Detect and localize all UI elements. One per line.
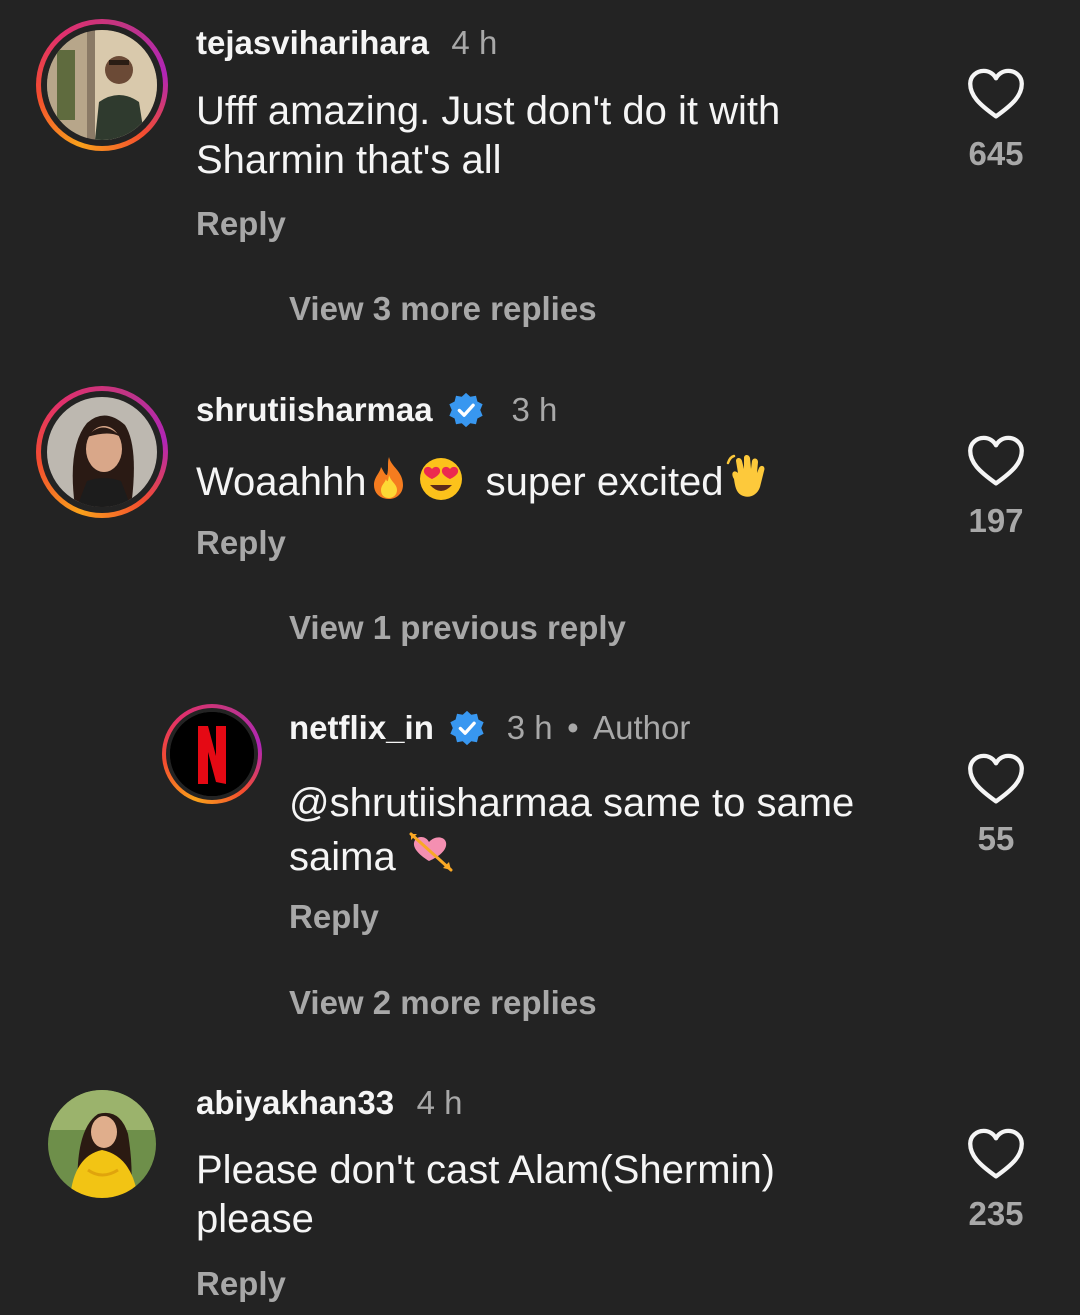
like-button[interactable] bbox=[966, 1126, 1026, 1185]
comment-text: Woaahhh super excited bbox=[196, 453, 936, 507]
netflix-logo-icon bbox=[170, 712, 254, 796]
view-previous-reply-button[interactable]: View 1 previous reply bbox=[289, 609, 626, 647]
avatar[interactable] bbox=[170, 712, 254, 796]
reply-button[interactable]: Reply bbox=[196, 1265, 286, 1303]
timestamp: 4 h bbox=[451, 24, 498, 61]
fire-emoji bbox=[373, 457, 403, 499]
avatar[interactable] bbox=[47, 30, 157, 140]
like-count: 197 bbox=[968, 502, 1024, 539]
username[interactable]: shrutiisharmaa bbox=[196, 391, 433, 428]
author-label: Author bbox=[593, 709, 691, 746]
heart-outline-icon[interactable] bbox=[966, 751, 1026, 805]
comment-text: Ufff amazing. Just don't do it with Shar… bbox=[196, 89, 781, 182]
comment-text: Please don't cast Alam(Shermin) please bbox=[196, 1148, 776, 1241]
timestamp: 3 h bbox=[511, 391, 558, 428]
timestamp: 4 h bbox=[416, 1084, 463, 1121]
timestamp: 3 h bbox=[506, 709, 553, 746]
story-ring[interactable] bbox=[36, 386, 168, 518]
username[interactable]: tejasviharihara bbox=[196, 24, 429, 61]
verified-badge-icon bbox=[450, 710, 484, 746]
story-ring[interactable] bbox=[162, 704, 262, 804]
verified-badge-icon bbox=[449, 392, 483, 428]
heart-outline-icon[interactable] bbox=[966, 66, 1026, 120]
avatar[interactable] bbox=[48, 1090, 156, 1198]
story-ring[interactable] bbox=[36, 19, 168, 151]
like-button[interactable] bbox=[966, 751, 1026, 810]
like-count: 645 bbox=[968, 135, 1024, 172]
separator-dot: • bbox=[567, 709, 579, 746]
comment-text: @shrutiisharmaa same to same saima bbox=[289, 781, 855, 879]
heart-eyes-emoji bbox=[419, 458, 462, 500]
username[interactable]: netflix_in bbox=[289, 709, 434, 746]
view-more-replies-button[interactable]: View 3 more replies bbox=[289, 290, 597, 328]
like-button[interactable] bbox=[966, 433, 1026, 492]
reply-button[interactable]: Reply bbox=[196, 524, 286, 562]
waving-hand-emoji bbox=[726, 454, 765, 497]
reply-button[interactable]: Reply bbox=[289, 898, 379, 936]
heart-with-arrow-emoji bbox=[409, 832, 453, 872]
avatar[interactable] bbox=[47, 397, 157, 507]
username[interactable]: abiyakhan33 bbox=[196, 1084, 394, 1121]
like-count: 235 bbox=[968, 1195, 1024, 1232]
heart-outline-icon[interactable] bbox=[966, 1126, 1026, 1180]
reply-button[interactable]: Reply bbox=[196, 205, 286, 243]
like-button[interactable] bbox=[966, 66, 1026, 125]
view-more-replies-button[interactable]: View 2 more replies bbox=[289, 984, 597, 1022]
heart-outline-icon[interactable] bbox=[966, 433, 1026, 487]
like-count: 55 bbox=[977, 820, 1015, 857]
